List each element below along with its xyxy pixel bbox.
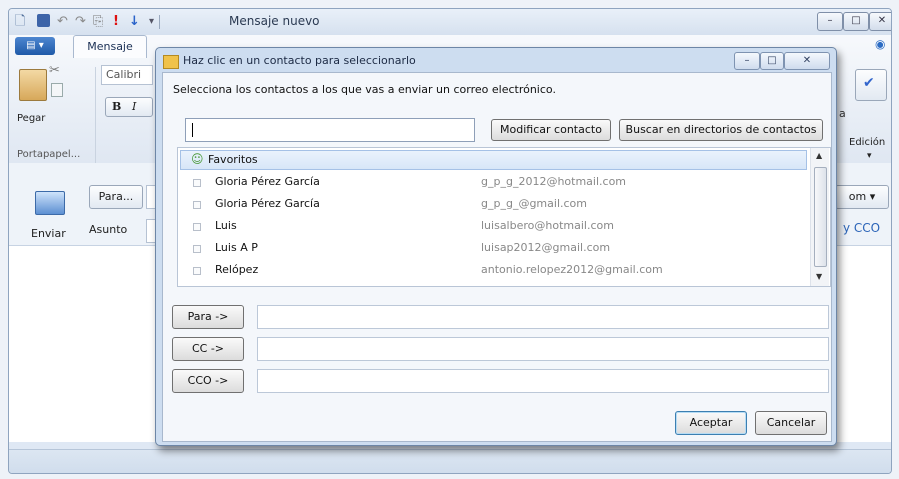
priority-low-icon[interactable]: ↓ xyxy=(129,13,140,31)
help-icon[interactable]: ◉ xyxy=(875,37,885,51)
dialog-instruction: Selecciona los contactos a los que vas a… xyxy=(173,83,556,96)
contact-email: luisap2012@gmail.com xyxy=(481,241,611,254)
contact-list[interactable]: ☺ Favoritos Gloria Pérez García g_p_g_20… xyxy=(177,147,831,287)
cc-arrow-button[interactable]: CC -> xyxy=(172,337,244,361)
to-button[interactable]: Para... xyxy=(89,185,143,209)
text-caret xyxy=(192,123,193,137)
undo-icon[interactable]: ↶ xyxy=(57,13,68,31)
spelling-button[interactable]: ✔ xyxy=(855,69,887,101)
status-bar xyxy=(9,449,891,473)
window-title: Mensaje nuevo xyxy=(229,14,320,28)
bold-button[interactable]: B xyxy=(112,100,121,113)
bcc-arrow-button[interactable]: CCO -> xyxy=(172,369,244,393)
contact-name: Luis A P xyxy=(215,241,258,254)
window-titlebar: 🗋 ↶ ↷ ⎘ ! ↓ ▾ Mensaje nuevo – □ ✕ xyxy=(9,9,891,35)
italic-button[interactable]: I xyxy=(132,100,136,113)
from-dropdown[interactable]: om ▾ xyxy=(835,185,889,209)
attach-icon[interactable]: ⎘ xyxy=(93,13,103,31)
contact-checkbox[interactable] xyxy=(193,267,201,275)
bcc-recipients-field[interactable] xyxy=(257,369,829,393)
cut-icon[interactable]: ✂ xyxy=(49,63,60,78)
address-book-icon xyxy=(163,55,179,69)
contact-row[interactable]: Luis luisalbero@hotmail.com xyxy=(178,216,808,238)
cancel-button[interactable]: Cancelar xyxy=(755,411,827,435)
redo-icon[interactable]: ↷ xyxy=(75,13,86,31)
customize-icon[interactable]: ▾ xyxy=(149,13,154,31)
dialog-title: Haz clic en un contacto para seleccionar… xyxy=(183,54,416,67)
dialog-client: Selecciona los contactos a los que vas a… xyxy=(162,72,832,442)
send-icon[interactable] xyxy=(35,191,65,215)
clipboard-group-label: Portapapel... xyxy=(17,149,81,160)
contact-row[interactable]: Gloria Pérez García g_p_g_@gmail.com xyxy=(178,194,808,216)
dialog-close-button[interactable]: ✕ xyxy=(784,52,830,70)
contact-name: Gloria Pérez García xyxy=(215,175,320,188)
subject-label: Asunto xyxy=(89,223,128,236)
edit-label[interactable]: Edición xyxy=(849,137,885,148)
edit-prefix-label: a xyxy=(839,107,846,120)
contact-checkbox[interactable] xyxy=(193,223,201,231)
font-name-value: Calibri xyxy=(106,68,142,81)
modify-contact-button[interactable]: Modificar contacto xyxy=(491,119,611,141)
group-label: Favoritos xyxy=(208,153,258,166)
dialog-maximize-button[interactable]: □ xyxy=(760,52,784,70)
contact-name: Luis xyxy=(215,219,237,232)
new-icon[interactable]: 🗋 xyxy=(15,13,25,31)
group-favorites[interactable]: ☺ Favoritos xyxy=(180,150,807,170)
contact-checkbox[interactable] xyxy=(193,245,201,253)
edit-chevron-icon[interactable]: ▾ xyxy=(867,151,872,161)
contact-checkbox[interactable] xyxy=(193,179,201,187)
ok-button[interactable]: Aceptar xyxy=(675,411,747,435)
spelling-icon: ✔ xyxy=(863,75,875,91)
contact-email: g_p_g_2012@hotmail.com xyxy=(481,175,627,188)
paste-label: Pegar xyxy=(17,113,46,124)
copy-icon[interactable] xyxy=(51,83,63,97)
qat-separator xyxy=(159,15,160,29)
font-name-box[interactable]: Calibri xyxy=(101,65,153,85)
format-buttons: B I xyxy=(105,97,153,117)
contact-row[interactable]: Relópez antonio.relopez2012@gmail.com xyxy=(178,260,808,282)
contact-checkbox[interactable] xyxy=(193,201,201,209)
scrollbar-thumb[interactable] xyxy=(814,167,827,267)
priority-high-icon[interactable]: ! xyxy=(113,13,119,31)
contact-name: Relópez xyxy=(215,263,259,276)
to-recipients-field[interactable] xyxy=(257,305,829,329)
contact-email: luisalbero@hotmail.com xyxy=(481,219,614,232)
maximize-button[interactable]: □ xyxy=(843,12,869,31)
tab-mensaje[interactable]: Mensaje xyxy=(73,35,147,58)
scroll-up-icon[interactable]: ▲ xyxy=(816,151,822,160)
contact-row[interactable]: Luis A P luisap2012@gmail.com xyxy=(178,238,808,260)
file-menu-button[interactable]: ▤ ▾ xyxy=(15,37,55,55)
contact-name: Gloria Pérez García xyxy=(215,197,320,210)
bcc-link[interactable]: y CCO xyxy=(843,221,880,235)
contact-email: antonio.relopez2012@gmail.com xyxy=(481,263,663,276)
group-separator xyxy=(95,67,96,163)
save-icon[interactable] xyxy=(37,14,50,27)
contact-picker-dialog: Haz clic en un contacto para seleccionar… xyxy=(155,47,837,446)
cc-recipients-field[interactable] xyxy=(257,337,829,361)
scroll-down-icon[interactable]: ▼ xyxy=(816,272,822,281)
paste-icon[interactable] xyxy=(19,69,47,101)
search-directories-button[interactable]: Buscar en directorios de contactos xyxy=(619,119,823,141)
minimize-button[interactable]: – xyxy=(817,12,843,31)
send-label[interactable]: Enviar xyxy=(31,227,66,240)
to-arrow-button[interactable]: Para -> xyxy=(172,305,244,329)
contacts-group-icon: ☺ xyxy=(191,152,204,166)
list-scrollbar[interactable]: ▲ ▼ xyxy=(810,148,829,286)
contact-email: g_p_g_@gmail.com xyxy=(481,197,587,210)
dialog-minimize-button[interactable]: – xyxy=(734,52,760,70)
contact-row[interactable]: Gloria Pérez García g_p_g_2012@hotmail.c… xyxy=(178,172,808,194)
contact-search-input[interactable] xyxy=(185,118,475,142)
close-button[interactable]: ✕ xyxy=(869,12,891,31)
